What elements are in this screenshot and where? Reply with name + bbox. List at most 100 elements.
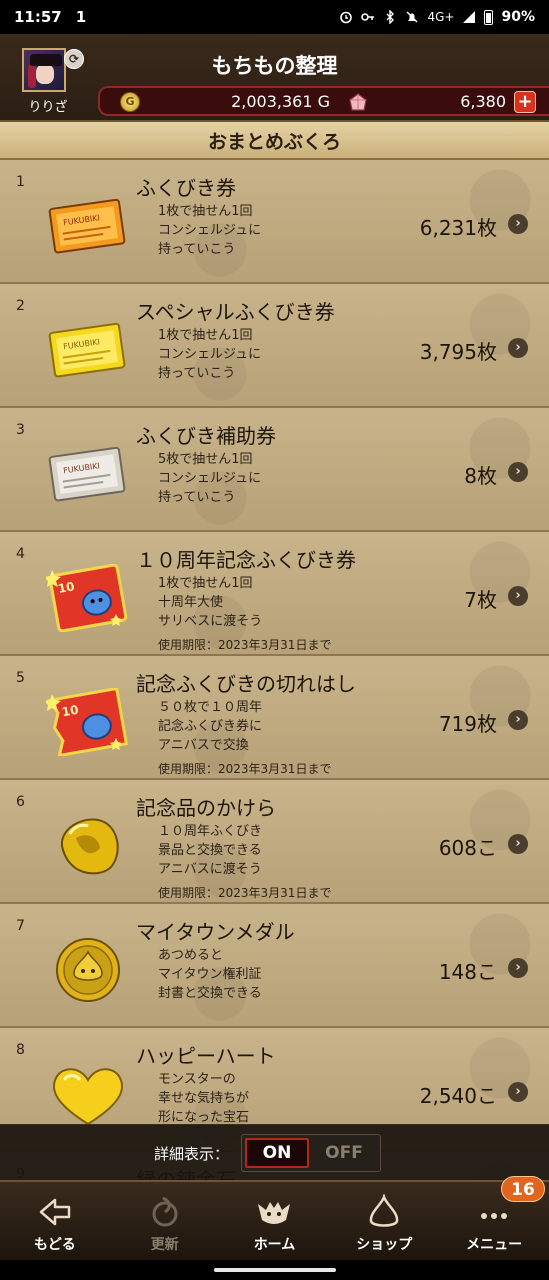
item-description-line: アニバスに渡そう (158, 862, 262, 877)
item-title: スペシャルふくびき券 (136, 300, 335, 324)
item-description-line: ５０枚で１０周年 (158, 700, 263, 715)
item-count: 148こ (438, 960, 497, 984)
nav-shop[interactable]: ショップ (329, 1182, 439, 1260)
item-count: 2,540こ (419, 1084, 497, 1108)
status-time: 11:57 (14, 8, 62, 26)
item-row[interactable]: 5 10 記念ふくびきの切れはし ５０枚で１０周年 記念ふくびき券に アニバスで交換使用期… (0, 656, 549, 780)
item-number: 3 (16, 422, 25, 438)
item-description: 1枚で抽せん1回 コンシェルジュに 持っていこう (158, 202, 261, 259)
detail-toggle-bar: 詳細表示： ON OFF (0, 1124, 549, 1180)
nav-back[interactable]: もどる (0, 1182, 110, 1260)
item-expiry: 使用期限：2023年3月31日まで (158, 762, 332, 776)
home-indicator[interactable] (214, 1268, 336, 1272)
ticket-silver-icon: FUKUBIKI (46, 440, 130, 508)
alarm-icon (340, 11, 353, 24)
item-count: 608こ (438, 836, 497, 860)
chevron-right-icon[interactable]: › (508, 1082, 528, 1102)
item-description-line: １０周年ふくびき (158, 824, 263, 839)
item-description-line: 持っていこう (158, 490, 236, 505)
nav-back-label: もどる (34, 1237, 76, 1253)
item-number: 4 (16, 546, 25, 562)
refresh-icon (152, 1196, 178, 1227)
item-count: 7枚 (464, 588, 497, 612)
item-description: ５０枚で１０周年 記念ふくびき券に アニバスで交換 (158, 698, 262, 755)
app-header: ⟳ りりざ もちもの整理 G 2,003,361 G 6,380 + (0, 34, 549, 120)
battery-icon (484, 9, 494, 25)
item-expiry: 使用期限：2023年3月31日まで (158, 886, 332, 900)
item-number: 5 (16, 670, 25, 686)
item-description-line: 記念ふくびき券に (158, 719, 263, 734)
network-type: 4G+ (427, 10, 455, 24)
nav-menu[interactable]: メニュー 16 (439, 1176, 549, 1260)
battery-percent: 90% (501, 9, 535, 25)
home-dragon-icon (258, 1202, 291, 1224)
item-description-line: 幸せな気持ちが (158, 1091, 250, 1106)
item-number: 8 (16, 1042, 25, 1058)
item-row[interactable]: 2 FUKUBIKI スペシャルふくびき券 1枚で抽せん1回 コンシェルジュに 持っていこ… (0, 284, 549, 408)
item-title: 記念ふくびきの切れはし (136, 672, 356, 696)
chevron-right-icon[interactable]: › (508, 710, 528, 730)
item-description-line: マイタウン権利証 (158, 967, 262, 982)
item-row[interactable]: 7 マイタウンメダル あつめると マイタウン権利証 封書と交換できる 148こ › (0, 904, 549, 1028)
item-description-line: コンシェルジュに (158, 347, 262, 362)
item-number: 6 (16, 794, 25, 810)
item-description: １０周年ふくびき 景品と交換できる アニバスに渡そう (158, 822, 262, 879)
item-title: ハッピーハート (136, 1044, 276, 1068)
currency-bar: G 2,003,361 G 6,380 + (98, 86, 549, 116)
gold-medal-icon (46, 936, 130, 1004)
item-description-line: 1枚で抽せん1回 (158, 204, 253, 219)
chevron-right-icon[interactable]: › (508, 834, 528, 854)
item-description: 5枚で抽せん1回 コンシェルジュに 持っていこう (158, 450, 261, 507)
chevron-right-icon[interactable]: › (508, 958, 528, 978)
nav-home-label: ホーム (253, 1237, 296, 1253)
nav-menu-label: メニュー (466, 1237, 523, 1253)
detail-toggle[interactable]: ON OFF (241, 1134, 381, 1172)
item-description-line: 1枚で抽せん1回 (158, 328, 253, 343)
item-number: 2 (16, 298, 25, 314)
nav-shop-label: ショップ (356, 1237, 413, 1253)
item-list[interactable]: 1 FUKUBIKI ふくびき券 1枚で抽せん1回 コンシェルジュに 持っていこう 6,23… (0, 160, 549, 1180)
item-description-line: 封書と交換できる (158, 986, 262, 1001)
item-row[interactable]: 1 FUKUBIKI ふくびき券 1枚で抽せん1回 コンシェルジュに 持っていこう 6,23… (0, 160, 549, 284)
chevron-right-icon[interactable]: › (508, 586, 528, 606)
key-icon (361, 13, 375, 21)
toggle-off-button[interactable]: OFF (312, 1138, 376, 1168)
item-description-line: コンシェルジュに (158, 223, 262, 238)
section-title: おまとめぶくろ (0, 120, 549, 160)
item-title: ふくびき券 (136, 176, 236, 200)
gem-icon (349, 93, 367, 111)
system-home-bar (0, 1260, 549, 1280)
nav-refresh[interactable]: 更新 (110, 1182, 220, 1260)
item-count: 8枚 (464, 464, 497, 488)
nav-home[interactable]: ホーム (220, 1182, 330, 1260)
gold-fragment-icon (46, 812, 130, 880)
mute-icon (406, 11, 418, 23)
buy-gems-button[interactable]: + (514, 91, 536, 113)
player-name: りりざ (28, 100, 68, 115)
item-title: ふくびき補助券 (136, 424, 276, 448)
page-title: もちもの整理 (211, 54, 338, 78)
back-arrow-icon (39, 1198, 71, 1226)
item-row[interactable]: 3 FUKUBIKI ふくびき補助券 5枚で抽せん1回 コンシェルジュに 持っていこう 8枚… (0, 408, 549, 532)
menu-badge: 16 (500, 1176, 545, 1202)
chevron-right-icon[interactable]: › (508, 338, 528, 358)
item-title: １０周年記念ふくびき券 (136, 548, 356, 572)
item-row[interactable]: 6 記念品のかけら １０周年ふくびき 景品と交換できる アニバスに渡そう 使用期限：202… (0, 780, 549, 904)
notification-count: 1 (75, 8, 87, 26)
toggle-on-button[interactable]: ON (245, 1138, 309, 1168)
svg-text:10: 10 (61, 703, 80, 720)
item-row[interactable]: 4 10 １０周年記念ふくびき券 1枚で抽せん1回 十周年大使 サリベスに渡そう 使用期限：… (0, 532, 549, 656)
gold-coin-icon: G (120, 92, 140, 112)
item-description-line: サリベスに渡そう (158, 614, 263, 629)
item-description: モンスターの 幸せな気持ちが 形になった宝石 (158, 1070, 249, 1127)
gem-amount: 6,380 (460, 92, 506, 111)
item-description-line: 5枚で抽せん1回 (158, 452, 253, 467)
item-title: 記念品のかけら (136, 796, 276, 820)
item-description-line: 景品と交換できる (158, 843, 262, 858)
item-number: 7 (16, 918, 25, 934)
item-description-line: 持っていこう (158, 366, 236, 381)
status-bar: 11:57 1 4G+ 90% (0, 0, 549, 34)
item-count: 3,795枚 (419, 340, 497, 364)
chevron-right-icon[interactable]: › (508, 214, 528, 234)
chevron-right-icon[interactable]: › (508, 462, 528, 482)
